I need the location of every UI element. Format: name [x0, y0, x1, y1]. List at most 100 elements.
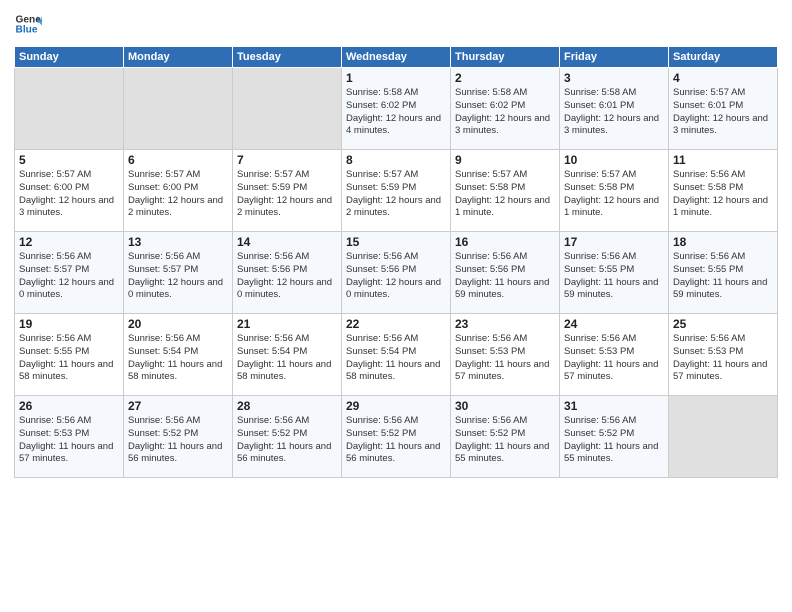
day-number: 24	[564, 317, 664, 331]
calendar-cell: 10 Sunrise: 5:57 AMSunset: 5:58 PMDayligh…	[560, 150, 669, 232]
day-info: Sunrise: 5:56 AMSunset: 5:54 PMDaylight:…	[128, 333, 228, 384]
calendar-cell: 29 Sunrise: 5:56 AMSunset: 5:52 PMDayligh…	[342, 396, 451, 478]
calendar-header-row: SundayMondayTuesdayWednesdayThursdayFrid…	[15, 47, 778, 68]
day-number: 29	[346, 399, 446, 413]
calendar-cell: 28 Sunrise: 5:56 AMSunset: 5:52 PMDayligh…	[233, 396, 342, 478]
calendar-cell: 4 Sunrise: 5:57 AMSunset: 6:01 PMDaylight…	[669, 68, 778, 150]
weekday-header: Wednesday	[342, 47, 451, 68]
svg-text:Blue: Blue	[16, 25, 38, 36]
day-info: Sunrise: 5:57 AMSunset: 5:58 PMDaylight:…	[564, 169, 664, 220]
calendar-cell: 23 Sunrise: 5:56 AMSunset: 5:53 PMDayligh…	[451, 314, 560, 396]
calendar-week-row: 12 Sunrise: 5:56 AMSunset: 5:57 PMDayligh…	[15, 232, 778, 314]
day-info: Sunrise: 5:58 AMSunset: 6:02 PMDaylight:…	[455, 87, 555, 138]
day-number: 31	[564, 399, 664, 413]
day-number: 3	[564, 71, 664, 85]
calendar-cell: 15 Sunrise: 5:56 AMSunset: 5:56 PMDayligh…	[342, 232, 451, 314]
calendar-cell: 6 Sunrise: 5:57 AMSunset: 6:00 PMDaylight…	[124, 150, 233, 232]
calendar-cell: 24 Sunrise: 5:56 AMSunset: 5:53 PMDayligh…	[560, 314, 669, 396]
day-number: 13	[128, 235, 228, 249]
day-info: Sunrise: 5:57 AMSunset: 6:00 PMDaylight:…	[19, 169, 119, 220]
weekday-header: Saturday	[669, 47, 778, 68]
weekday-header: Monday	[124, 47, 233, 68]
calendar-cell: 30Sunrise: 5:56 AMSunset: 5:52 PMDayligh…	[451, 396, 560, 478]
calendar-cell: 7Sunrise: 5:57 AMSunset: 5:59 PMDaylight…	[233, 150, 342, 232]
day-number: 30	[455, 399, 555, 413]
calendar-cell: 8 Sunrise: 5:57 AMSunset: 5:59 PMDaylight…	[342, 150, 451, 232]
day-number: 22	[346, 317, 446, 331]
calendar-cell: 26Sunrise: 5:56 AMSunset: 5:53 PMDayligh…	[15, 396, 124, 478]
calendar-table: SundayMondayTuesdayWednesdayThursdayFrid…	[14, 46, 778, 478]
day-info: Sunrise: 5:57 AMSunset: 5:59 PMDaylight:…	[346, 169, 446, 220]
calendar-cell: 5Sunrise: 5:57 AMSunset: 6:00 PMDaylight…	[15, 150, 124, 232]
calendar-cell: 9Sunrise: 5:57 AMSunset: 5:58 PMDaylight…	[451, 150, 560, 232]
day-info: Sunrise: 5:56 AMSunset: 5:57 PMDaylight:…	[128, 251, 228, 302]
day-info: Sunrise: 5:56 AMSunset: 5:53 PMDaylight:…	[673, 333, 773, 384]
day-info: Sunrise: 5:56 AMSunset: 5:55 PMDaylight:…	[673, 251, 773, 302]
day-number: 23	[455, 317, 555, 331]
calendar-page: General Blue SundayMondayTuesdayWednesda…	[0, 0, 792, 612]
day-number: 8	[346, 153, 446, 167]
day-number: 20	[128, 317, 228, 331]
day-info: Sunrise: 5:56 AMSunset: 5:57 PMDaylight:…	[19, 251, 119, 302]
day-info: Sunrise: 5:56 AMSunset: 5:56 PMDaylight:…	[237, 251, 337, 302]
logo-icon: General Blue	[14, 10, 42, 38]
day-number: 1	[346, 71, 446, 85]
day-info: Sunrise: 5:56 AMSunset: 5:52 PMDaylight:…	[346, 415, 446, 466]
day-info: Sunrise: 5:56 AMSunset: 5:55 PMDaylight:…	[19, 333, 119, 384]
day-info: Sunrise: 5:56 AMSunset: 5:56 PMDaylight:…	[346, 251, 446, 302]
calendar-cell: 1 Sunrise: 5:58 AMSunset: 6:02 PMDaylight…	[342, 68, 451, 150]
day-info: Sunrise: 5:56 AMSunset: 5:52 PMDaylight:…	[128, 415, 228, 466]
day-info: Sunrise: 5:56 AMSunset: 5:55 PMDaylight:…	[564, 251, 664, 302]
weekday-header: Thursday	[451, 47, 560, 68]
day-info: Sunrise: 5:56 AMSunset: 5:52 PMDaylight:…	[564, 415, 664, 466]
day-info: Sunrise: 5:58 AMSunset: 6:02 PMDaylight:…	[346, 87, 446, 138]
weekday-header: Friday	[560, 47, 669, 68]
day-number: 25	[673, 317, 773, 331]
day-info: Sunrise: 5:57 AMSunset: 6:01 PMDaylight:…	[673, 87, 773, 138]
calendar-cell: 20 Sunrise: 5:56 AMSunset: 5:54 PMDayligh…	[124, 314, 233, 396]
calendar-week-row: 1 Sunrise: 5:58 AMSunset: 6:02 PMDaylight…	[15, 68, 778, 150]
day-number: 2	[455, 71, 555, 85]
logo: General Blue	[14, 10, 42, 38]
calendar-cell: 19Sunrise: 5:56 AMSunset: 5:55 PMDayligh…	[15, 314, 124, 396]
calendar-cell: 13 Sunrise: 5:56 AMSunset: 5:57 PMDayligh…	[124, 232, 233, 314]
day-info: Sunrise: 5:57 AMSunset: 5:59 PMDaylight:…	[237, 169, 337, 220]
day-info: Sunrise: 5:56 AMSunset: 5:58 PMDaylight:…	[673, 169, 773, 220]
calendar-cell	[669, 396, 778, 478]
day-number: 27	[128, 399, 228, 413]
day-number: 15	[346, 235, 446, 249]
day-info: Sunrise: 5:56 AMSunset: 5:53 PMDaylight:…	[564, 333, 664, 384]
calendar-cell: 12 Sunrise: 5:56 AMSunset: 5:57 PMDayligh…	[15, 232, 124, 314]
day-info: Sunrise: 5:56 AMSunset: 5:53 PMDaylight:…	[455, 333, 555, 384]
header: General Blue	[14, 10, 778, 38]
day-info: Sunrise: 5:56 AMSunset: 5:53 PMDaylight:…	[19, 415, 119, 466]
calendar-cell	[233, 68, 342, 150]
calendar-week-row: 5Sunrise: 5:57 AMSunset: 6:00 PMDaylight…	[15, 150, 778, 232]
day-number: 18	[673, 235, 773, 249]
day-number: 16	[455, 235, 555, 249]
day-number: 14	[237, 235, 337, 249]
weekday-header: Tuesday	[233, 47, 342, 68]
day-number: 28	[237, 399, 337, 413]
day-info: Sunrise: 5:57 AMSunset: 6:00 PMDaylight:…	[128, 169, 228, 220]
day-number: 10	[564, 153, 664, 167]
calendar-cell: 21Sunrise: 5:56 AMSunset: 5:54 PMDayligh…	[233, 314, 342, 396]
calendar-cell: 31 Sunrise: 5:56 AMSunset: 5:52 PMDayligh…	[560, 396, 669, 478]
calendar-cell: 17Sunrise: 5:56 AMSunset: 5:55 PMDayligh…	[560, 232, 669, 314]
day-number: 6	[128, 153, 228, 167]
calendar-cell	[124, 68, 233, 150]
calendar-cell: 11Sunrise: 5:56 AMSunset: 5:58 PMDayligh…	[669, 150, 778, 232]
day-number: 4	[673, 71, 773, 85]
calendar-week-row: 19Sunrise: 5:56 AMSunset: 5:55 PMDayligh…	[15, 314, 778, 396]
calendar-cell: 2 Sunrise: 5:58 AMSunset: 6:02 PMDaylight…	[451, 68, 560, 150]
day-info: Sunrise: 5:58 AMSunset: 6:01 PMDaylight:…	[564, 87, 664, 138]
day-number: 21	[237, 317, 337, 331]
day-info: Sunrise: 5:56 AMSunset: 5:52 PMDaylight:…	[237, 415, 337, 466]
calendar-cell: 16Sunrise: 5:56 AMSunset: 5:56 PMDayligh…	[451, 232, 560, 314]
calendar-cell: 22Sunrise: 5:56 AMSunset: 5:54 PMDayligh…	[342, 314, 451, 396]
day-number: 12	[19, 235, 119, 249]
weekday-header: Sunday	[15, 47, 124, 68]
calendar-cell: 27 Sunrise: 5:56 AMSunset: 5:52 PMDayligh…	[124, 396, 233, 478]
calendar-cell: 3 Sunrise: 5:58 AMSunset: 6:01 PMDaylight…	[560, 68, 669, 150]
calendar-week-row: 26Sunrise: 5:56 AMSunset: 5:53 PMDayligh…	[15, 396, 778, 478]
